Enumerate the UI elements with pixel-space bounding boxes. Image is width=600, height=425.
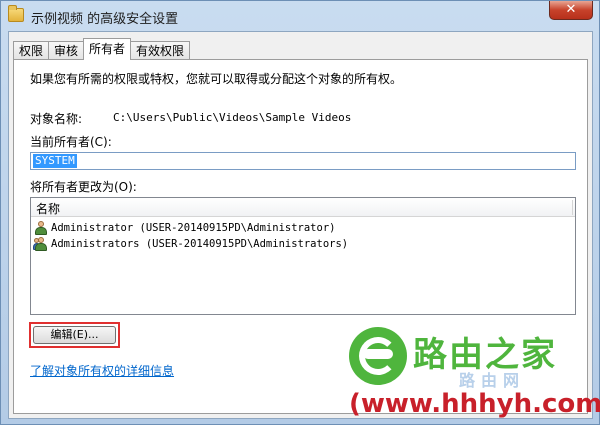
watermark-faint-text: 路由网: [459, 371, 526, 390]
group-icon: [33, 237, 48, 251]
name-column-header[interactable]: 名称: [36, 200, 60, 217]
watermark-url: (www.hhhyh.com): [349, 389, 600, 419]
list-item-label: Administrator (USER-20140915PD\Administr…: [51, 222, 336, 234]
object-name-label: 对象名称:: [30, 112, 83, 126]
list-item[interactable]: Administrator (USER-20140915PD\Administr…: [34, 220, 335, 236]
current-owner-label: 当前所有者(C):: [30, 135, 112, 149]
window-title: 示例视频 的高级安全设置: [31, 12, 179, 27]
list-item[interactable]: Administrators (USER-20140915PD\Administ…: [33, 236, 349, 252]
list-item-label: Administrators (USER-20140915PD\Administ…: [51, 238, 349, 250]
tab-permissions[interactable]: 权限: [13, 41, 50, 60]
brand-logo-icon: [349, 327, 407, 385]
tab-effective-permissions[interactable]: 有效权限: [130, 41, 191, 60]
column-divider: [572, 200, 573, 215]
edit-button-highlight: 编辑(E)...: [29, 322, 120, 348]
owner-candidates-list[interactable]: 名称 Administrator (USER-20140915PD\Admini…: [30, 197, 576, 315]
current-owner-value: SYSTEM: [33, 154, 77, 168]
current-owner-field[interactable]: SYSTEM: [30, 152, 576, 170]
advanced-security-settings-window: 示例视频 的高级安全设置 ✕ 权限 审核 所有者 有效权限 如果您有所需的权限或…: [0, 0, 600, 425]
folder-icon: [8, 5, 24, 22]
intro-text: 如果您有所需的权限或特权，您就可以取得或分配这个对象的所有权。: [30, 72, 403, 86]
user-icon: [34, 221, 48, 235]
tab-strip: 权限 审核 所有者 有效权限: [13, 38, 191, 60]
title-bar[interactable]: 示例视频 的高级安全设置 ✕: [1, 1, 599, 31]
tab-owner[interactable]: 所有者: [83, 38, 132, 60]
owner-details-link[interactable]: 了解对象所有权的详细信息: [30, 362, 174, 379]
close-button[interactable]: ✕: [549, 1, 593, 20]
object-name-value: C:\Users\Public\Videos\Sample Videos: [113, 111, 352, 124]
change-owner-label: 将所有者更改为(O):: [30, 180, 137, 194]
list-header[interactable]: 名称: [31, 198, 575, 217]
edit-button[interactable]: 编辑(E)...: [33, 326, 116, 344]
tab-auditing[interactable]: 审核: [48, 41, 85, 60]
watermark-logo: 路由之家 路由网 (www.hhhyh.com): [349, 323, 600, 423]
